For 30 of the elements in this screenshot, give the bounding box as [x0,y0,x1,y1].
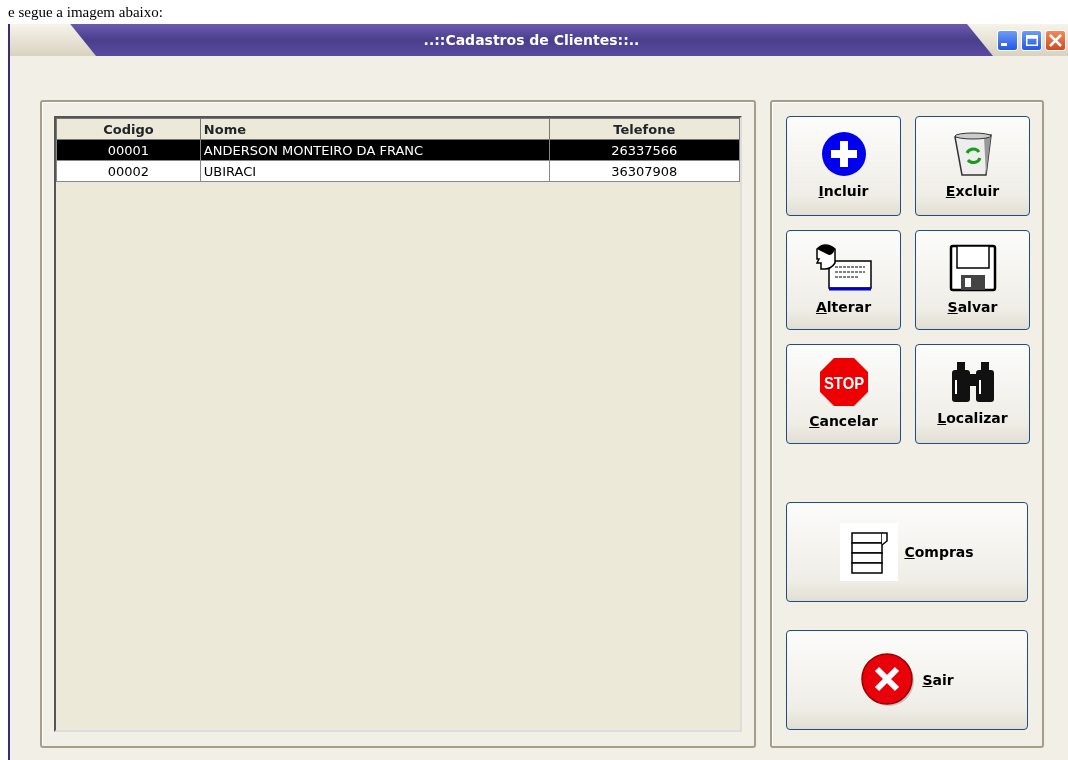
column-header[interactable]: Codigo [56,118,201,140]
search-button[interactable]: Localizar [915,344,1030,444]
close-icon [1049,33,1062,47]
column-header[interactable]: Telefone [549,118,740,140]
cancel-button[interactable]: STOP Cancelar [786,344,901,444]
stop-sign-icon: STOP [818,356,869,407]
table-row[interactable]: 00002 UBIRACI 36307908 [56,160,740,182]
table-cell: 00001 [56,139,201,161]
edit-button[interactable]: Alterar [786,230,901,330]
plus-icon [820,130,867,177]
minimize-icon [1001,42,1007,46]
table-cell: 00002 [56,160,201,182]
window-title: ..::Cadastros de Clientes::.. [422,30,641,50]
stacked-forms-icon [840,523,899,581]
recycle-bin-icon [951,130,994,177]
table-cell: UBIRACI [200,160,550,182]
close-button[interactable] [1045,29,1066,51]
minimize-button[interactable] [997,29,1018,51]
purchases-button[interactable]: Compras [786,502,1028,602]
save-button[interactable]: Salvar [915,230,1030,330]
table-cell: ANDERSON MONTEIRO DA FRANC [200,139,550,161]
table-row[interactable]: 00001 ANDERSON MONTEIRO DA FRANC 26337566 [56,139,740,161]
delete-button[interactable]: Excluir [915,116,1030,216]
error-x-icon [860,652,917,708]
maximize-icon [1025,34,1038,46]
maximize-button[interactable] [1021,29,1042,51]
caption-text: e segue a imagem abaixo: [7,4,163,20]
column-header[interactable]: Nome [200,118,550,140]
exit-button[interactable]: Sair [786,630,1028,730]
add-button[interactable]: Incluir [786,116,901,216]
